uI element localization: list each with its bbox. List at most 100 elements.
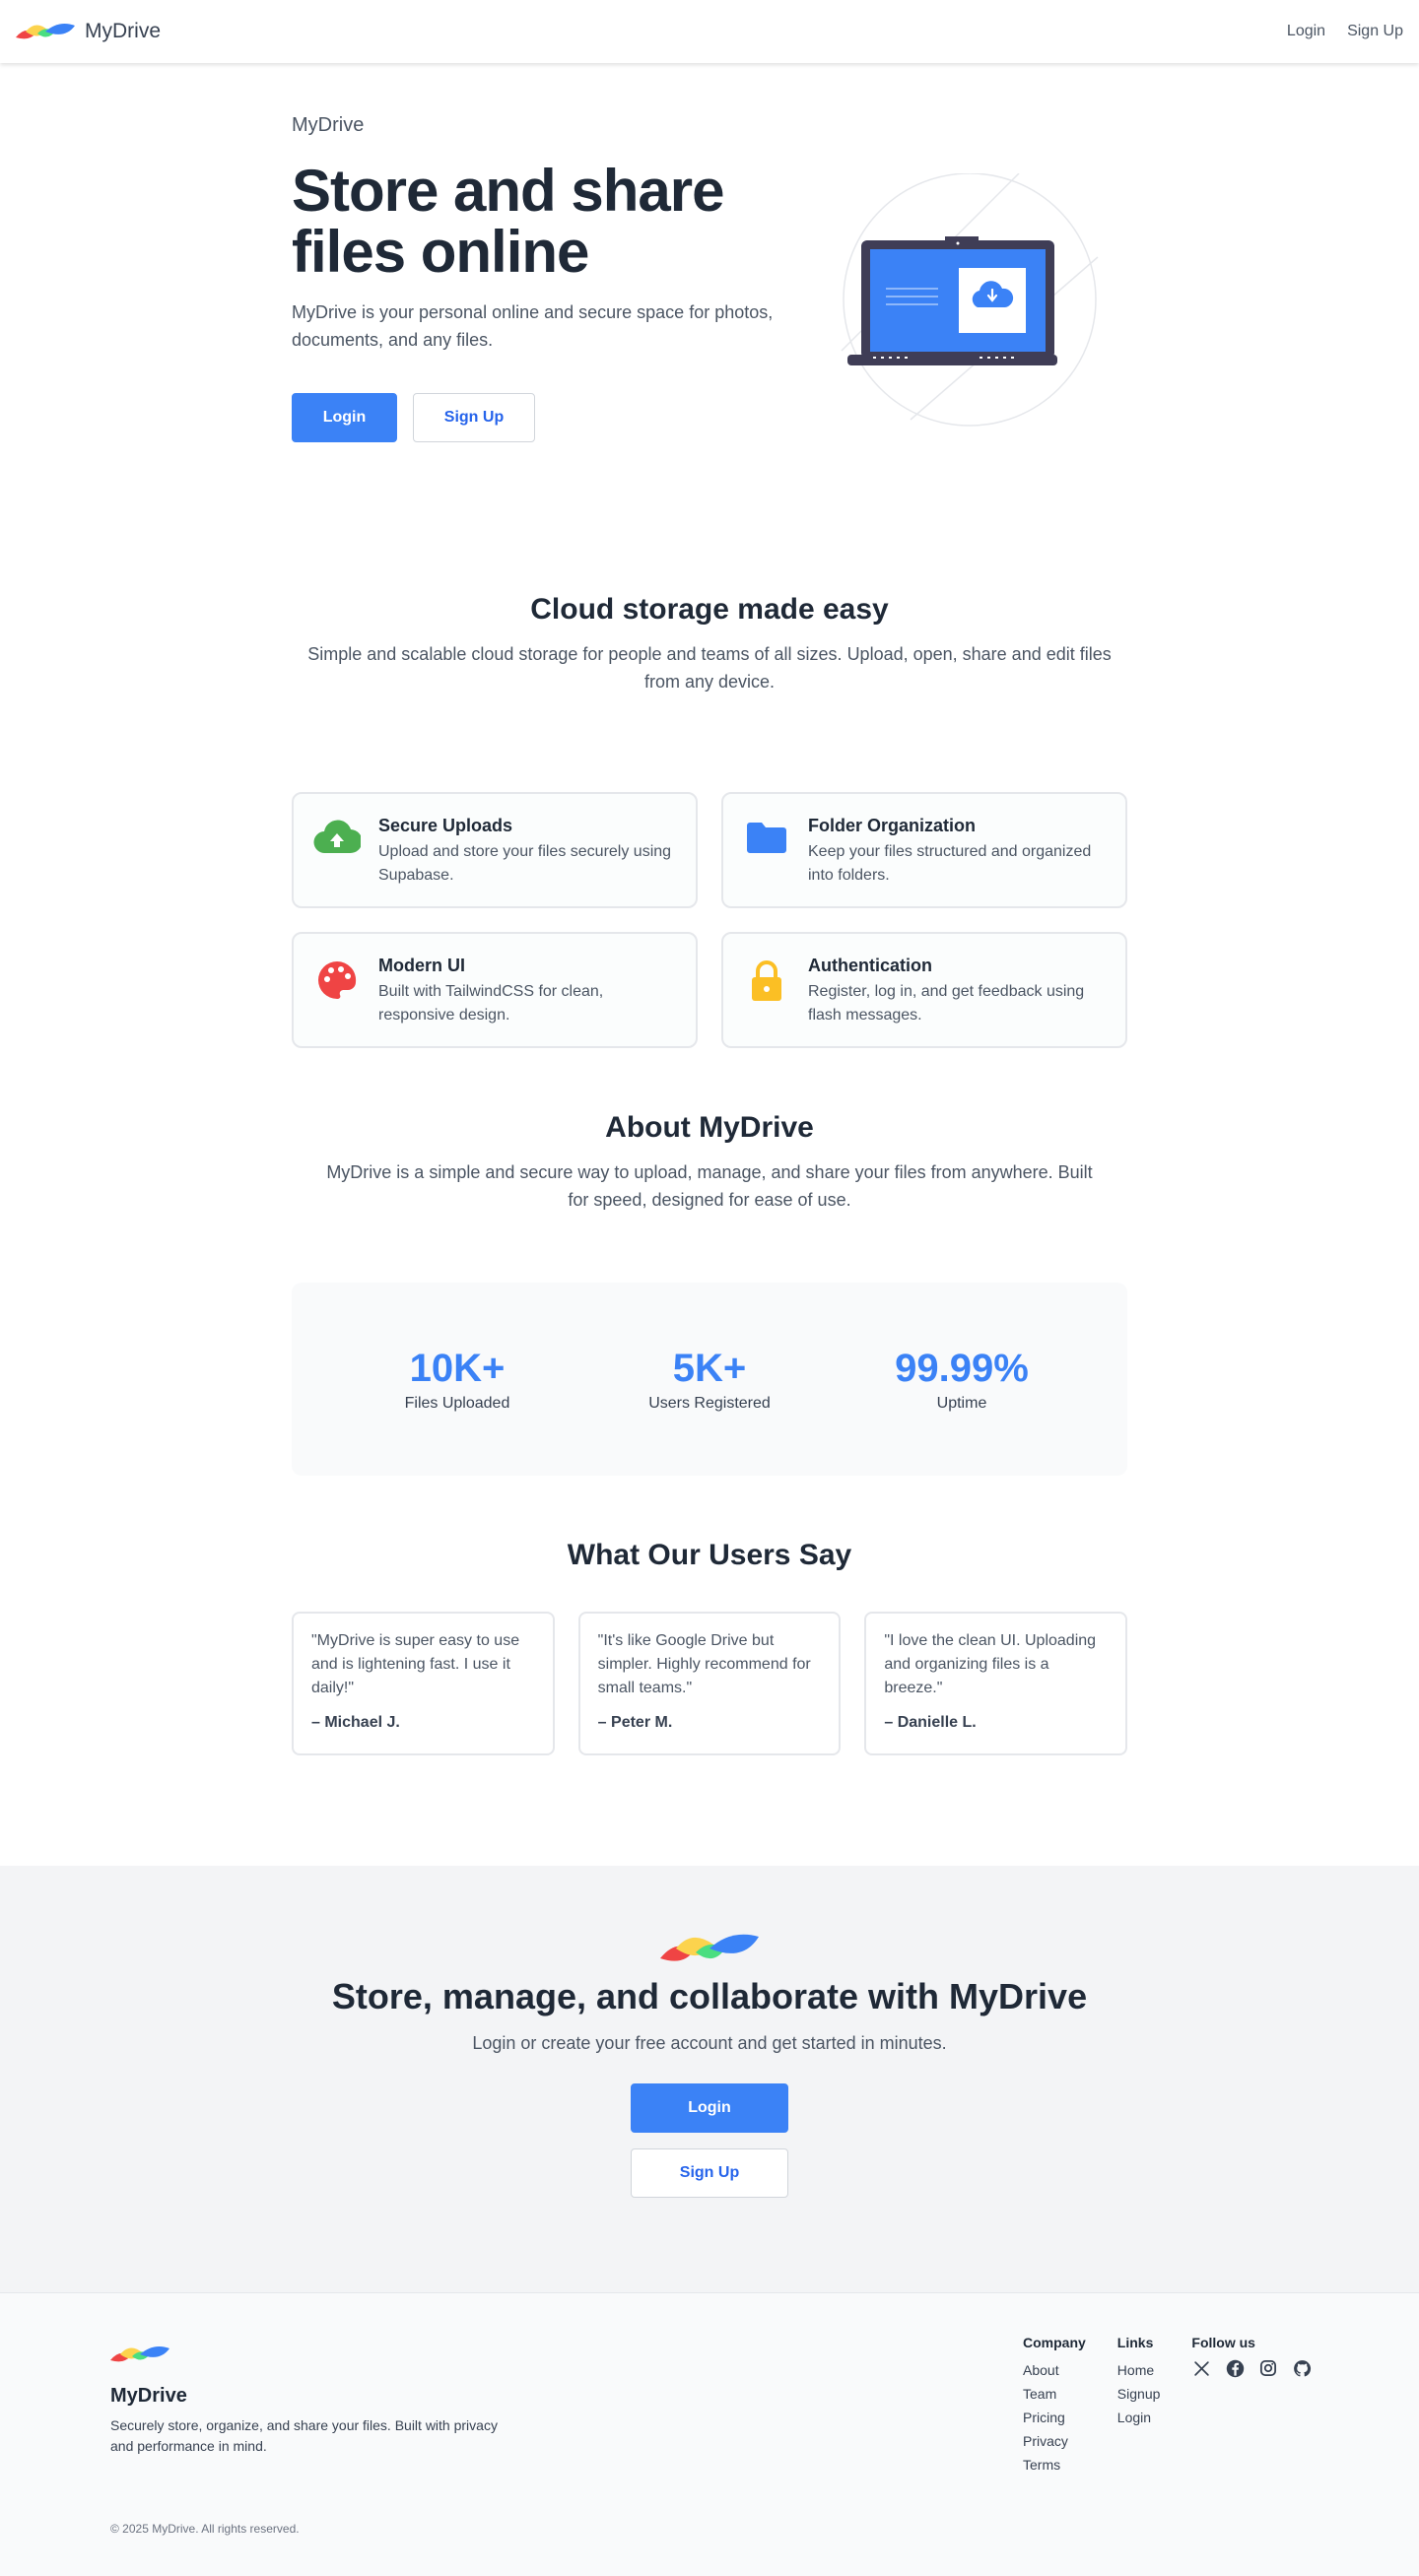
cta-description: Login or create your free account and ge… (472, 2033, 947, 2053)
feature-card: Folder Organization Keep your files stru… (721, 792, 1127, 908)
feature-description: Upload and store your files securely usi… (378, 843, 672, 884)
cta-buttons: Login Sign Up (631, 2083, 788, 2198)
stats-panel: 10K+ Files Uploaded 5K+ Users Registered… (292, 1283, 1127, 1476)
feature-card: Secure Uploads Upload and store your fil… (292, 792, 698, 908)
testimonials-title: What Our Users Say (567, 1539, 852, 1571)
testimonial-author: – Michael J. (311, 1714, 400, 1731)
brand[interactable]: MyDrive (16, 20, 161, 43)
feature-description: Register, log in, and get feedback using… (808, 983, 1085, 1024)
stat-label: Uptime (936, 1394, 987, 1412)
testimonials-section: What Our Users Say "MyDrive is super eas… (0, 1476, 1419, 1755)
hero-content: MyDrive Store and share files online MyD… (292, 114, 784, 526)
footer-brand-block: MyDrive Securely store, organize, and sh… (110, 2343, 505, 2457)
testimonial-card: "MyDrive is super easy to use and is lig… (292, 1612, 555, 1755)
stat-value: 5K+ (672, 1346, 747, 1390)
feature-text: Modern UI Built with TailwindCSS for cle… (378, 956, 676, 1046)
feature-title: Authentication (808, 956, 932, 975)
footer-company-heading: Company (1023, 2335, 1086, 2350)
stat-label: Files Uploaded (404, 1394, 510, 1412)
footer-link-signup[interactable]: Signup (1117, 2382, 1161, 2406)
testimonial-card: "I love the clean UI. Uploading and orga… (864, 1612, 1128, 1755)
footer-link-login[interactable]: Login (1117, 2406, 1161, 2429)
hero-login-button[interactable]: Login (292, 393, 397, 442)
facebook-icon[interactable] (1225, 2358, 1245, 2378)
stat-value: 10K+ (409, 1346, 506, 1390)
feature-card: Authentication Register, log in, and get… (721, 932, 1127, 1048)
top-navbar: MyDrive Login Sign Up (0, 0, 1419, 63)
footer-follow-heading: Follow us (1191, 2335, 1255, 2350)
nav-login-link[interactable]: Login (1287, 23, 1325, 40)
testimonial-quote: "MyDrive is super easy to use and is lig… (311, 1632, 520, 1696)
cta-section: Store, manage, and collaborate with MyDr… (0, 1866, 1419, 2292)
nav-links: Login Sign Up (1287, 23, 1403, 40)
feature-text: Secure Uploads Upload and store your fil… (378, 816, 676, 906)
footer-link-terms[interactable]: Terms (1023, 2453, 1086, 2477)
footer-link-team[interactable]: Team (1023, 2382, 1086, 2406)
hero-description: MyDrive is your personal online and secu… (292, 302, 774, 350)
github-icon[interactable] (1292, 2358, 1312, 2378)
feature-title: Folder Organization (808, 816, 977, 835)
laptop-cloud-illustration (841, 172, 1099, 427)
hero-title-line2: files online (292, 219, 589, 285)
feature-description: Built with TailwindCSS for clean, respon… (378, 983, 604, 1024)
testimonials-row: "MyDrive is super easy to use and is lig… (292, 1612, 1128, 1755)
feature-text: Authentication Register, log in, and get… (808, 956, 1106, 1046)
social-icons (1191, 2358, 1312, 2378)
cloud-upload-icon (313, 816, 361, 906)
nav-signup-link[interactable]: Sign Up (1347, 23, 1403, 40)
about-description: MyDrive is a simple and secure way to up… (326, 1162, 1093, 1210)
stat-value: 99.99% (895, 1346, 1029, 1390)
hero-section: MyDrive Store and share files online MyD… (292, 63, 1127, 526)
feature-title: Modern UI (378, 956, 465, 975)
stat-label: Users Registered (648, 1394, 771, 1412)
stat-item: 99.99% Uptime (863, 1347, 1060, 1413)
about-title: About MyDrive (605, 1111, 814, 1144)
site-footer: MyDrive Securely store, organize, and sh… (0, 2292, 1419, 2576)
footer-link-about[interactable]: About (1023, 2358, 1086, 2382)
footer-company-column: Company About Team Pricing Privacy Terms (1023, 2335, 1086, 2477)
footer-link-privacy[interactable]: Privacy (1023, 2429, 1086, 2453)
folder-icon (743, 816, 790, 906)
features-grid: Secure Uploads Upload and store your fil… (292, 792, 1127, 1048)
footer-brand-name: MyDrive (110, 2385, 187, 2407)
cta-login-button[interactable]: Login (631, 2083, 788, 2133)
testimonial-card: "It's like Google Drive but simpler. Hig… (577, 1612, 842, 1755)
feature-card: Modern UI Built with TailwindCSS for cle… (292, 932, 698, 1048)
stat-item: 10K+ Files Uploaded (359, 1347, 556, 1413)
testimonial-author: – Danielle L. (884, 1714, 977, 1731)
hero-eyebrow: MyDrive (292, 114, 365, 136)
footer-link-pricing[interactable]: Pricing (1023, 2406, 1086, 2429)
cloud-storage-section: Cloud storage made easy Simple and scala… (0, 526, 1419, 695)
cta-signup-button[interactable]: Sign Up (631, 2148, 788, 2198)
lock-icon (743, 956, 790, 1046)
instagram-icon[interactable] (1258, 2358, 1278, 2378)
footer-link-home[interactable]: Home (1117, 2358, 1161, 2382)
feature-description: Keep your files structured and organized… (808, 843, 1092, 884)
feature-title: Secure Uploads (378, 816, 513, 835)
footer-columns: Company About Team Pricing Privacy Terms… (1023, 2335, 1312, 2477)
footer-links-column: Links Home Signup Login (1117, 2335, 1161, 2477)
hero-signup-button[interactable]: Sign Up (413, 393, 535, 442)
testimonial-quote: "It's like Google Drive but simpler. Hig… (597, 1632, 811, 1696)
brand-name: MyDrive (85, 20, 161, 42)
hero-buttons: Login Sign Up (292, 393, 784, 442)
palette-icon (313, 956, 361, 1046)
x-icon[interactable] (1191, 2358, 1211, 2378)
stat-item: 5K+ Users Registered (611, 1347, 808, 1413)
feature-text: Folder Organization Keep your files stru… (808, 816, 1106, 906)
copyright: © 2025 MyDrive. All rights reserved. (110, 2522, 300, 2536)
footer-follow-column: Follow us (1191, 2335, 1312, 2477)
logo-icon (110, 2346, 169, 2362)
about-section: About MyDrive MyDrive is a simple and se… (0, 1048, 1419, 1214)
logo-icon (660, 1934, 759, 1961)
cloud-title: Cloud storage made easy (530, 593, 889, 626)
hero-illustration (832, 172, 1127, 439)
hero-title: Store and share files online (292, 161, 784, 283)
logo-icon (16, 24, 75, 39)
testimonial-author: – Peter M. (597, 1714, 673, 1731)
footer-links-heading: Links (1116, 2335, 1154, 2350)
footer-description: Securely store, organize, and share your… (110, 2417, 498, 2454)
hero-title-line1: Store and share (292, 158, 724, 224)
cta-title: Store, manage, and collaborate with MyDr… (331, 1976, 1088, 2016)
cloud-description: Simple and scalable cloud storage for pe… (307, 644, 1112, 692)
